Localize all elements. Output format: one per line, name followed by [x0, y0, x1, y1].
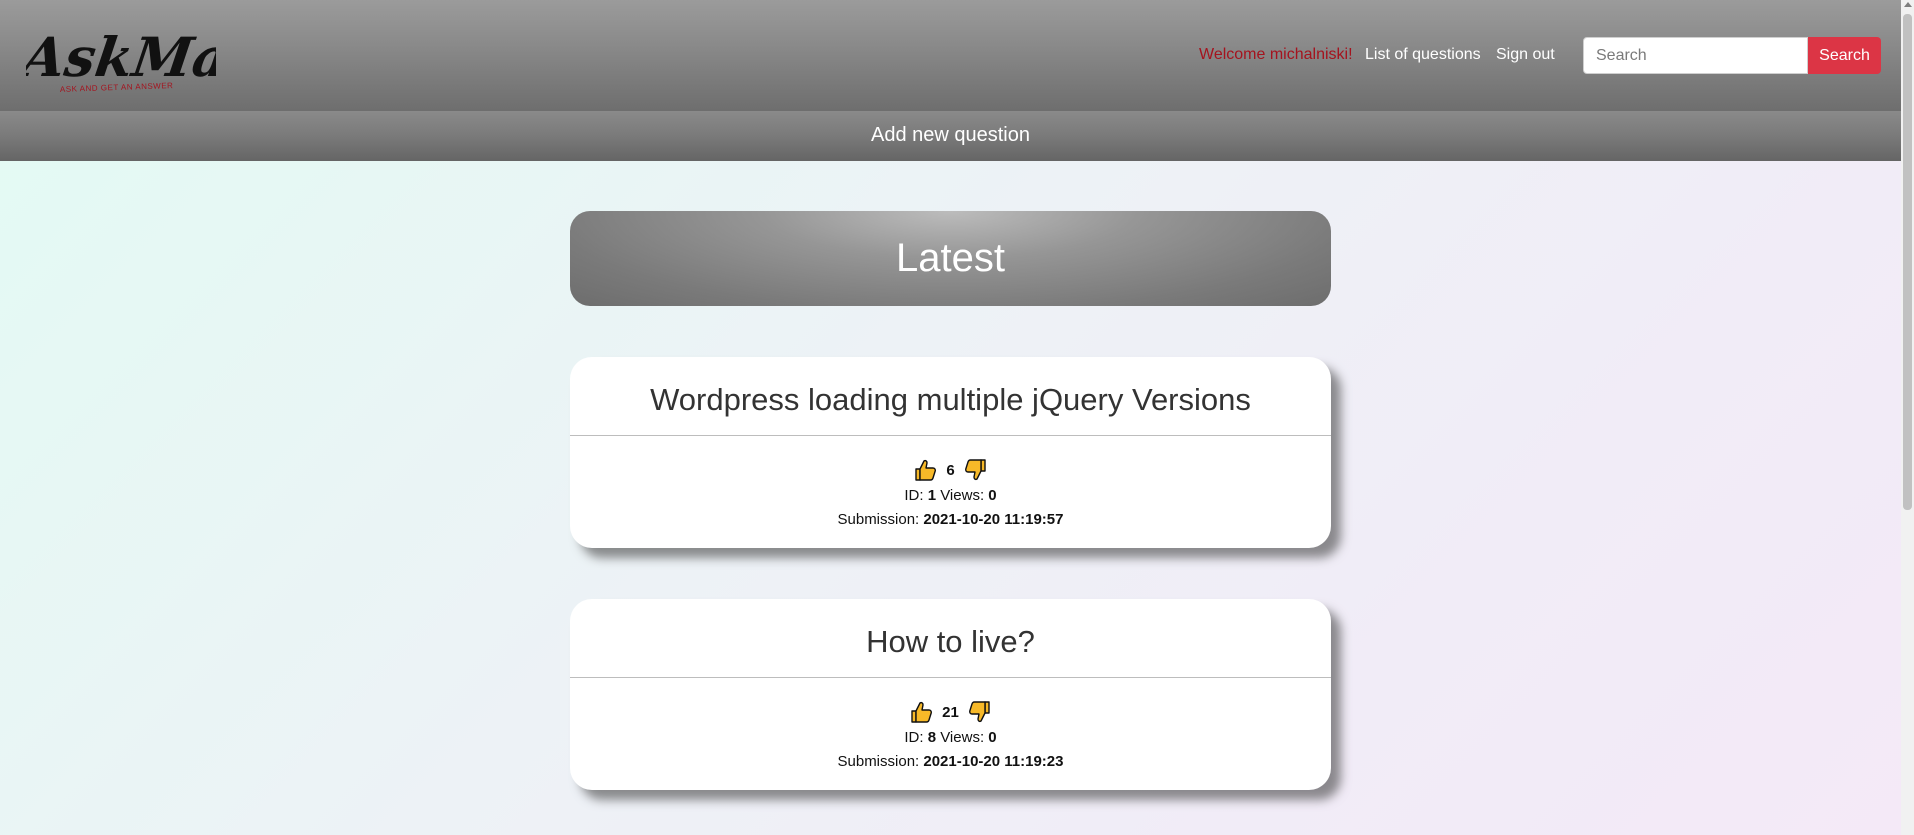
question-title[interactable]: Wordpress loading multiple jQuery Versio…: [570, 382, 1331, 418]
question-meta-id-views: ID: 1 Views: 0: [570, 487, 1331, 504]
vote-row: 21: [570, 700, 1331, 724]
top-navbar: AskMate ASK AND GET AN ANSWER Welcome mi…: [0, 0, 1901, 111]
question-meta-id-views: ID: 8 Views: 0: [570, 729, 1331, 746]
question-meta-submission: Submission: 2021-10-20 11:19:23: [570, 753, 1331, 770]
askmate-logo[interactable]: AskMate ASK AND GET AN ANSWER: [26, 24, 216, 96]
section-title-latest: Latest: [570, 211, 1331, 306]
nav-link-list-of-questions[interactable]: List of questions: [1365, 46, 1481, 64]
views-label: Views:: [940, 487, 985, 504]
question-id: 8: [927, 729, 937, 746]
question-card[interactable]: Wordpress loading multiple jQuery Versio…: [570, 357, 1331, 548]
card-divider: [570, 435, 1331, 436]
search-input[interactable]: [1583, 37, 1808, 74]
search-button[interactable]: Search: [1808, 37, 1881, 74]
id-label: ID:: [904, 487, 924, 504]
submission-date: 2021-10-20 11:19:57: [923, 511, 1064, 528]
thumbs-up-icon[interactable]: [914, 458, 938, 482]
welcome-message: Welcome michalniski!: [1199, 46, 1353, 63]
card-divider: [570, 677, 1331, 678]
submission-label: Submission:: [837, 753, 920, 770]
add-new-question-link[interactable]: Add new question: [0, 124, 1901, 147]
question-views: 0: [988, 729, 997, 746]
thumbs-up-icon[interactable]: [910, 700, 934, 724]
question-id: 1: [927, 487, 937, 504]
scroll-up-arrow-icon[interactable]: [1904, 2, 1912, 7]
nav-link-sign-out[interactable]: Sign out: [1496, 46, 1555, 64]
scrollbar-thumb[interactable]: [1903, 14, 1912, 510]
thumbs-down-icon[interactable]: [963, 458, 987, 482]
logo-title: AskMate: [26, 25, 216, 89]
question-views: 0: [988, 487, 997, 504]
question-meta-submission: Submission: 2021-10-20 11:19:57: [570, 511, 1331, 528]
question-title[interactable]: How to live?: [570, 624, 1331, 660]
thumbs-down-icon[interactable]: [967, 700, 991, 724]
vote-count: 21: [942, 703, 959, 721]
submission-date: 2021-10-20 11:19:23: [923, 753, 1064, 770]
action-bar: Add new question: [0, 111, 1901, 161]
submission-label: Submission:: [837, 511, 920, 528]
vote-count: 6: [946, 461, 955, 479]
views-label: Views:: [940, 729, 985, 746]
id-label: ID:: [904, 729, 924, 746]
vote-row: 6: [570, 458, 1331, 482]
question-card[interactable]: How to live? 21 ID: 8 Views: 0 Submissio…: [570, 599, 1331, 790]
page-scrollbar[interactable]: [1901, 0, 1914, 835]
